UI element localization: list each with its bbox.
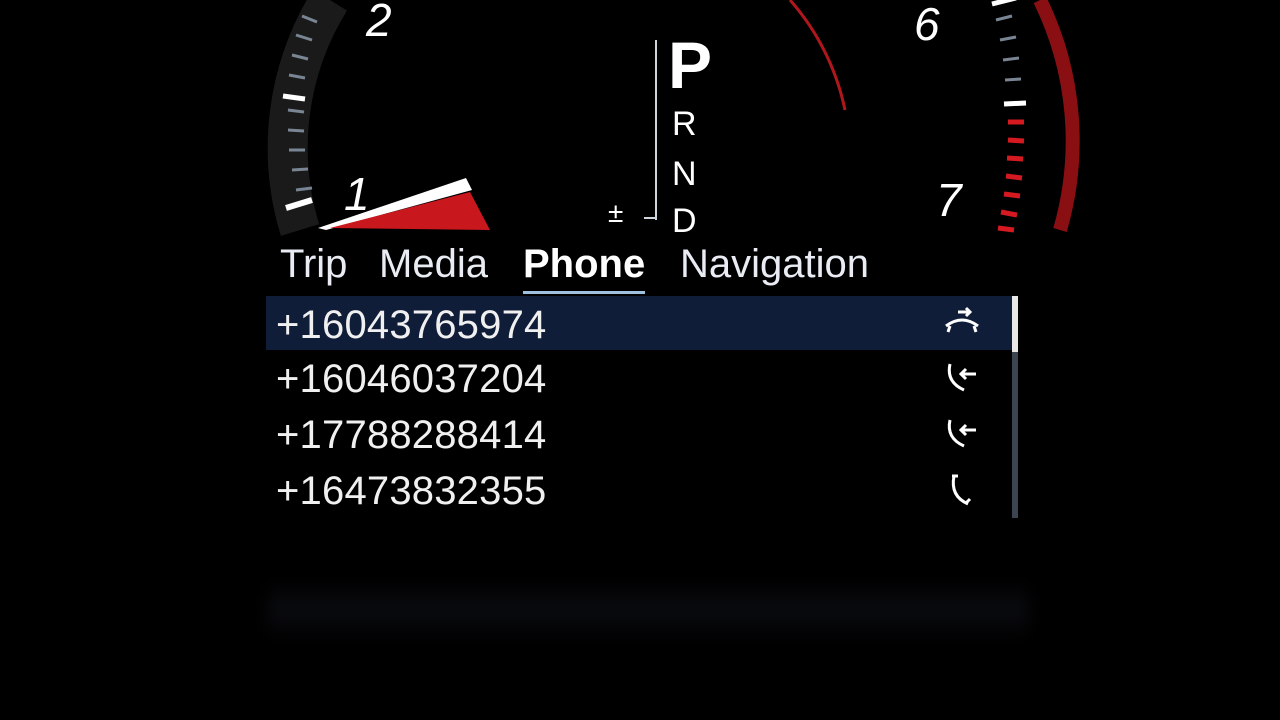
gear-selector: P R N D ±	[608, 28, 712, 240]
phone-icon	[940, 468, 984, 512]
phone-number: +16046037204	[276, 357, 547, 401]
gear-r: R	[672, 105, 697, 143]
outgoing-call-icon	[940, 302, 984, 346]
call-log-row[interactable]: +17788288414	[266, 406, 1012, 462]
right-gauge-tick-marks	[995, 14, 1022, 82]
right-gauge-label-6: 6	[914, 0, 940, 50]
phone-number: +16473832355	[276, 469, 547, 513]
tab-navigation[interactable]: Navigation	[680, 238, 869, 290]
incoming-call-icon	[940, 412, 984, 456]
call-log-row[interactable]: +16043765974	[266, 296, 1012, 350]
incoming-call-icon	[940, 356, 984, 400]
call-log-row[interactable]: +16046037204	[266, 350, 1012, 406]
right-gauge-label-7: 7	[936, 174, 963, 226]
gear-current: P	[668, 28, 712, 102]
phone-number: +17788288414	[276, 413, 547, 457]
call-log-scrollbar[interactable]	[1012, 296, 1018, 518]
scrollbar-thumb[interactable]	[1012, 296, 1018, 352]
tab-trip[interactable]: Trip	[280, 238, 347, 290]
tab-media[interactable]: Media	[379, 238, 488, 290]
left-gauge-label-2: 2	[365, 0, 392, 46]
call-log-row[interactable]: +16473832355	[266, 462, 1012, 518]
right-gauge-major-tick	[1003, 100, 1027, 107]
gear-manual-label: ±	[608, 197, 623, 228]
call-log-list: +16043765974 +16046037204 +17788288414 +…	[266, 296, 1012, 518]
phone-number: +16043765974	[276, 303, 547, 347]
right-gauge: 6 7	[788, 0, 1080, 233]
gear-d: D	[672, 202, 697, 240]
right-gauge-major-tick	[991, 0, 1017, 7]
tab-phone[interactable]: Phone	[523, 238, 646, 294]
redline-ticks	[997, 119, 1025, 233]
menu-tabs: Trip Media Phone Navigation	[280, 238, 900, 294]
left-gauge-major-tick	[282, 93, 306, 102]
screen-reflection	[268, 580, 1028, 640]
gear-n: N	[672, 155, 697, 193]
left-gauge: 2 1	[267, 0, 490, 236]
